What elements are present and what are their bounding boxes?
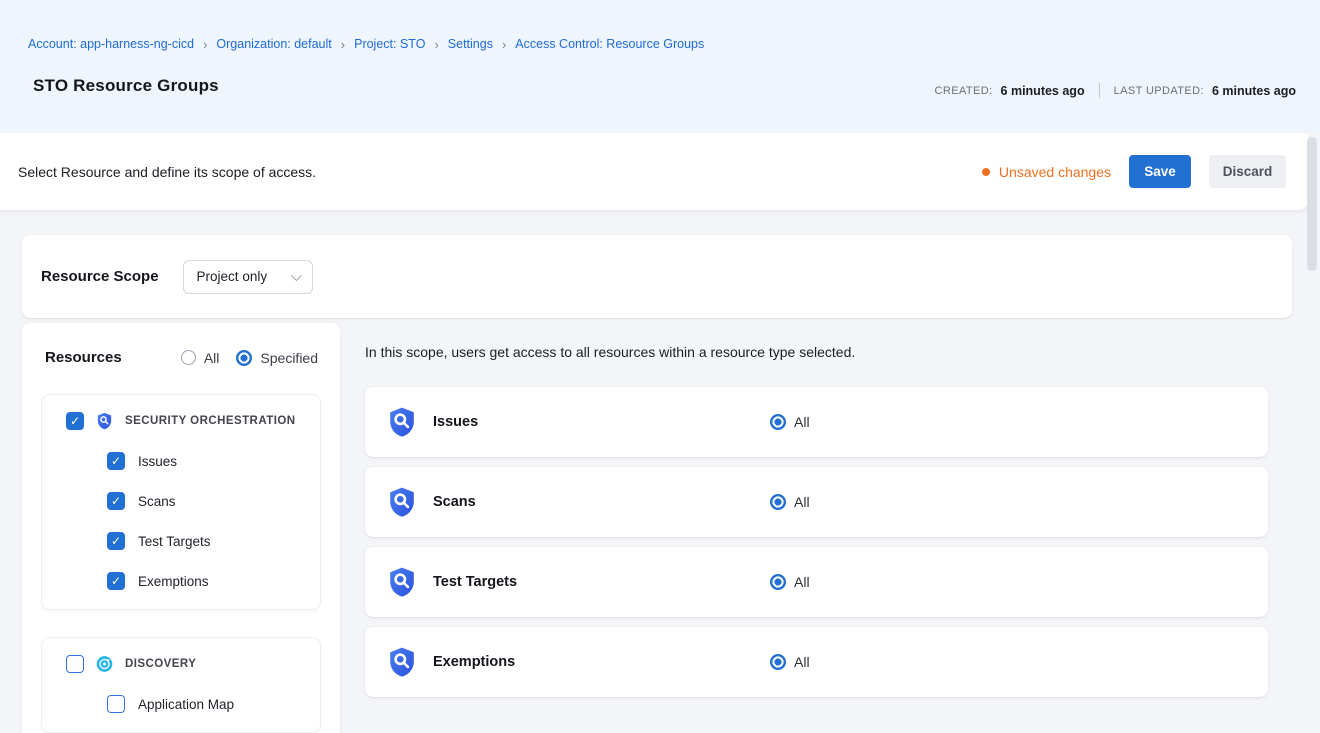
resource-card-scans: Scans All	[365, 467, 1268, 537]
checkbox-security-orchestration[interactable]: ✓	[66, 412, 84, 430]
access-label: All	[794, 414, 810, 430]
resource-row-exemptions: ✓ Exemptions	[42, 561, 320, 601]
resource-scope-card: Resource Scope Project only	[22, 235, 1292, 318]
unsaved-changes-status: Unsaved changes	[982, 164, 1111, 180]
breadcrumb-project-link[interactable]: Project: STO	[354, 37, 425, 51]
created-label: CREATED:	[935, 85, 993, 97]
radio-selected-icon[interactable]	[770, 494, 786, 510]
resource-card-label: Exemptions	[433, 654, 515, 670]
resource-card-issues: Issues All	[365, 387, 1268, 457]
resources-mode-radios: All Specified	[181, 350, 318, 366]
resource-access-list: In this scope, users get access to all r…	[365, 344, 1268, 707]
resource-row-issues: ✓ Issues	[42, 441, 320, 481]
radio-all[interactable]: All	[181, 350, 220, 366]
group-row-security-orchestration: ✓ SECURITY ORCHESTRATION	[42, 401, 320, 441]
resource-group-discovery: DISCOVERY Application Map	[42, 638, 320, 732]
resource-label: Test Targets	[138, 534, 211, 549]
shield-search-icon	[96, 412, 113, 430]
checkbox-scans[interactable]: ✓	[107, 492, 125, 510]
resource-label: Exemptions	[138, 574, 209, 589]
resources-title: Resources	[45, 349, 122, 366]
resource-row-test-targets: ✓ Test Targets	[42, 521, 320, 561]
breadcrumb-organization-link[interactable]: Organization: default	[216, 37, 331, 51]
toolbar-actions: Unsaved changes Save Discard	[982, 155, 1286, 188]
page-title: STO Resource Groups	[33, 76, 219, 96]
resource-card-exemptions: Exemptions All	[365, 627, 1268, 697]
radio-specified-label: Specified	[260, 350, 318, 366]
checkbox-issues[interactable]: ✓	[107, 452, 125, 470]
resource-scope-selected: Project only	[197, 269, 268, 284]
radar-icon	[96, 655, 113, 673]
resource-label: Application Map	[138, 697, 234, 712]
radio-selected-icon[interactable]	[770, 574, 786, 590]
resource-scope-title: Resource Scope	[41, 268, 159, 285]
radio-specified[interactable]: Specified	[236, 350, 318, 366]
radio-selected-icon[interactable]	[770, 414, 786, 430]
access-label: All	[794, 654, 810, 670]
scope-description: Select Resource and define its scope of …	[18, 164, 316, 180]
access-radio-all-issues[interactable]: All	[770, 414, 810, 430]
resource-card-label: Scans	[433, 494, 476, 510]
resource-card-test-targets: Test Targets All	[365, 547, 1268, 617]
radio-all-label: All	[204, 350, 220, 366]
resource-row-scans: ✓ Scans	[42, 481, 320, 521]
unsaved-dot-icon	[982, 168, 990, 176]
unsaved-changes-label: Unsaved changes	[999, 164, 1111, 180]
resource-label: Issues	[138, 454, 177, 469]
resource-row-application-map: Application Map	[42, 684, 320, 724]
resource-group-page: Account: app-harness-ng-cicd › Organizat…	[0, 0, 1320, 733]
discard-button[interactable]: Discard	[1209, 155, 1286, 188]
created-value: 6 minutes ago	[1001, 84, 1085, 98]
access-radio-all-test-targets[interactable]: All	[770, 574, 810, 590]
breadcrumb-resource-groups-link[interactable]: Access Control: Resource Groups	[515, 37, 704, 51]
page-header: Account: app-harness-ng-cicd › Organizat…	[0, 0, 1320, 133]
radio-all-icon[interactable]	[181, 350, 196, 365]
scope-note: In this scope, users get access to all r…	[365, 344, 1268, 360]
resource-scope-dropdown[interactable]: Project only	[183, 260, 313, 294]
checkbox-discovery[interactable]	[66, 655, 84, 673]
timestamps: CREATED: 6 minutes ago LAST UPDATED: 6 m…	[935, 83, 1296, 98]
shield-search-icon	[387, 406, 417, 438]
breadcrumb-settings-link[interactable]: Settings	[448, 37, 493, 51]
resources-panel: Resources All Specified ✓ SECURITY ORCHE…	[22, 323, 340, 733]
save-button[interactable]: Save	[1129, 155, 1191, 188]
vertical-scrollbar[interactable]	[1307, 137, 1317, 271]
radio-selected-icon[interactable]	[770, 654, 786, 670]
access-label: All	[794, 574, 810, 590]
access-label: All	[794, 494, 810, 510]
resources-header: Resources All Specified	[22, 349, 340, 366]
resource-label: Scans	[138, 494, 176, 509]
resource-card-label: Test Targets	[433, 574, 517, 590]
breadcrumb-separator-icon: ›	[434, 37, 438, 51]
group-row-discovery: DISCOVERY	[42, 644, 320, 684]
access-radio-all-scans[interactable]: All	[770, 494, 810, 510]
breadcrumb-separator-icon: ›	[341, 37, 345, 51]
shield-search-icon	[387, 566, 417, 598]
action-bar: Select Resource and define its scope of …	[0, 133, 1308, 210]
radio-specified-icon[interactable]	[236, 350, 252, 366]
access-radio-all-exemptions[interactable]: All	[770, 654, 810, 670]
checkbox-application-map[interactable]	[107, 695, 125, 713]
breadcrumb-separator-icon: ›	[203, 37, 207, 51]
group-title: SECURITY ORCHESTRATION	[125, 415, 296, 427]
shield-search-icon	[387, 646, 417, 678]
resource-card-label: Issues	[433, 414, 478, 430]
last-updated-label: LAST UPDATED:	[1114, 85, 1204, 97]
breadcrumb: Account: app-harness-ng-cicd › Organizat…	[28, 37, 704, 51]
breadcrumb-separator-icon: ›	[502, 37, 506, 51]
group-title: DISCOVERY	[125, 658, 196, 670]
checkbox-exemptions[interactable]: ✓	[107, 572, 125, 590]
last-updated-value: 6 minutes ago	[1212, 84, 1296, 98]
chevron-down-icon	[290, 269, 301, 280]
resource-group-security-orchestration: ✓ SECURITY ORCHESTRATION ✓ Issues ✓ Scan…	[42, 395, 320, 609]
meta-divider	[1099, 83, 1100, 98]
checkbox-test-targets[interactable]: ✓	[107, 532, 125, 550]
shield-search-icon	[387, 486, 417, 518]
breadcrumb-account-link[interactable]: Account: app-harness-ng-cicd	[28, 37, 194, 51]
